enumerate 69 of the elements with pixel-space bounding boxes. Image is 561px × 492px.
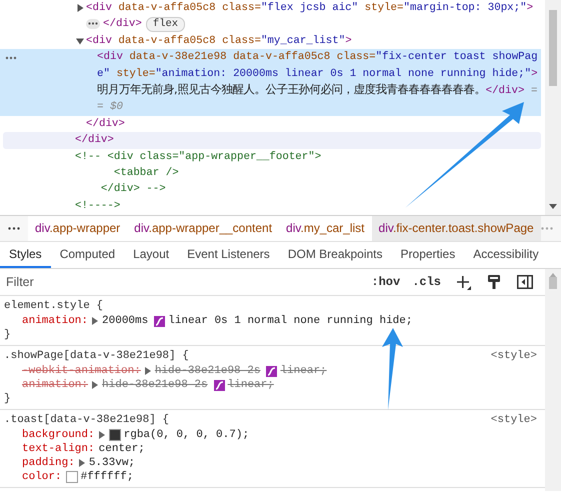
sidebar-toggle-icon[interactable] — [517, 275, 533, 289]
breadcrumb-item[interactable]: div.my_car_list — [279, 216, 372, 241]
expand-triangle-icon[interactable] — [92, 381, 98, 389]
panel-tab[interactable]: Computed — [50, 242, 124, 268]
css-value[interactable]: hide-38e21e98 2s — [102, 378, 208, 392]
closing-tag[interactable]: </div> — [75, 132, 114, 149]
css-property[interactable]: animation: — [22, 314, 88, 328]
css-selector: .showPage[data-v-38e21e98] { — [4, 349, 189, 364]
css-selector: element.style { — [4, 299, 104, 314]
easing-curve-icon[interactable] — [154, 316, 166, 326]
color-swatch[interactable] — [66, 471, 78, 483]
panel-tab[interactable]: Layout — [124, 242, 178, 268]
collapse-triangle-icon[interactable] — [76, 36, 84, 45]
more-icon[interactable] — [5, 56, 17, 60]
css-property[interactable]: text-align: — [22, 442, 95, 456]
paint-roller-icon[interactable] — [487, 274, 501, 290]
html-comment[interactable]: <tabbar /> — [75, 165, 179, 182]
css-value[interactable]: #ffffff; — [80, 470, 134, 484]
scrollbar[interactable] — [545, 0, 561, 215]
css-property[interactable]: animation: — [22, 378, 88, 392]
panel-tab[interactable]: Accessibility — [464, 242, 548, 268]
more-icon[interactable] — [8, 227, 20, 230]
closing-tag[interactable]: </div> — [86, 116, 125, 132]
panel-tab[interactable]: Event Listeners — [178, 242, 279, 268]
breadcrumb-item[interactable]: div.fix-center.toast.showPage — [372, 216, 541, 241]
css-value[interactable]: linear; — [280, 364, 327, 378]
css-value[interactable]: 5.33vw; — [88, 456, 136, 470]
scrollbar-thumb[interactable] — [549, 10, 557, 86]
style-source-link[interactable]: <style> — [490, 349, 537, 364]
expand-triangle-icon[interactable] — [92, 317, 98, 325]
html-comment[interactable]: <!-- <div class="app-wrapper__footer"> — [75, 148, 322, 166]
html-comment[interactable]: <!----> — [75, 198, 120, 214]
expand-triangle-icon[interactable] — [98, 431, 105, 439]
panel-tab[interactable]: DOM Breakpoints — [278, 242, 392, 268]
css-property[interactable]: color: — [22, 470, 62, 484]
expand-triangle-icon[interactable] — [78, 459, 85, 467]
hover-state-button[interactable]: :hov — [369, 275, 402, 289]
scrollbar[interactable] — [545, 269, 561, 491]
css-property[interactable]: -webkit-animation: — [22, 364, 141, 378]
scrollbar-thumb[interactable] — [549, 277, 557, 289]
breadcrumb-item[interactable]: div.app-wrapper__content — [127, 216, 280, 241]
css-value[interactable]: hide-38e21e98 2s — [154, 364, 260, 378]
css-value[interactable]: rgba(0, 0, 0, 0.7); — [124, 428, 250, 442]
add-rule-icon[interactable] — [455, 274, 471, 290]
css-value[interactable]: linear; — [228, 378, 274, 392]
style-source-link[interactable]: <style> — [490, 413, 537, 428]
css-value[interactable]: linear 0s 1 normal none running hide; — [168, 314, 412, 328]
collapsed-content-icon[interactable] — [86, 18, 100, 29]
flex-badge[interactable]: flex — [146, 17, 186, 32]
easing-curve-icon[interactable] — [214, 380, 225, 390]
css-property[interactable]: padding: — [22, 456, 75, 470]
closing-brace: } — [4, 328, 12, 342]
easing-curve-icon[interactable] — [266, 366, 278, 376]
css-value[interactable]: 20000ms — [102, 314, 148, 328]
class-toggle-button[interactable]: .cls — [410, 275, 443, 289]
html-element-code[interactable]: <div data-v-affa05c8 class="my_car_list"> — [86, 32, 352, 50]
panel-tab[interactable]: Properties — [392, 242, 464, 268]
expand-triangle-icon[interactable] — [76, 4, 84, 12]
panel-tab[interactable]: Styles — [0, 242, 51, 268]
breadcrumb-item[interactable]: div.app-wrapper — [28, 216, 128, 241]
expand-triangle-icon[interactable] — [144, 367, 151, 375]
css-selector: .toast[data-v-38e21e98] { — [4, 413, 170, 428]
scroll-down-arrow-icon[interactable] — [549, 204, 557, 209]
html-element-code[interactable]: <div data-v-affa05c8 class="flex jcsb aic" style="margin-top: 30px;"> </div> flex — [86, 0, 541, 33]
closing-brace: } — [4, 392, 12, 406]
css-property[interactable]: background: — [22, 428, 95, 442]
css-value[interactable]: center; — [98, 442, 145, 456]
color-swatch[interactable] — [108, 429, 121, 441]
html-comment[interactable]: </div> --> — [75, 181, 166, 198]
